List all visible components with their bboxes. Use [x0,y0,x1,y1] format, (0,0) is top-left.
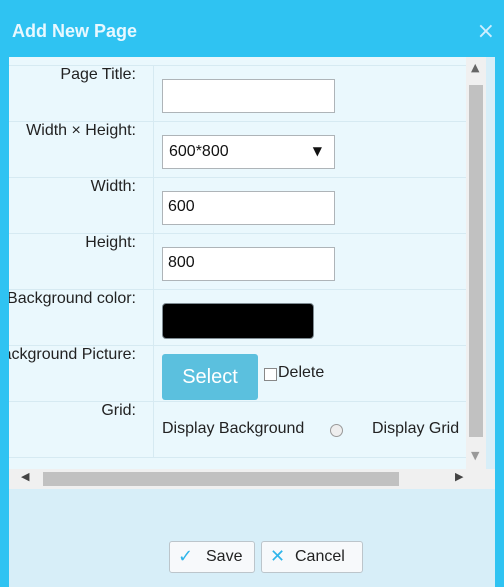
size-label: Width × Height: [26,122,136,139]
delete-label: Delete [278,364,325,381]
cancel-label: Cancel [295,548,345,565]
check-icon: ✓ [178,546,194,567]
save-label: Save [206,548,243,565]
row-divider [153,290,154,345]
x-icon: ✕ [270,546,286,567]
scroll-right-icon[interactable]: ▶ [455,470,463,483]
form-viewport: Page Title: Width × Height: 600*800 ▼ Wi… [9,57,482,469]
height-label: Height: [85,234,136,251]
row-spacer [9,457,482,469]
vertical-scrollbar[interactable]: ▲ ▼ [466,57,486,469]
row-divider [153,122,154,177]
row-size: Width × Height: 600*800 ▼ [9,121,482,177]
display-background-label: Display Background [162,420,305,437]
horizontal-scrollbar[interactable]: ◀ ▶ [9,469,495,489]
page-form: Page Title: Width × Height: 600*800 ▼ Wi… [9,65,482,469]
background-picture-label: Background Picture: [9,346,136,363]
dialog-title: Add New Page [12,21,138,41]
row-height: Height: 800 [9,233,482,289]
row-divider [153,402,154,457]
size-select[interactable]: 600*800 ▼ [162,135,335,169]
background-color-label: Background color: [9,290,136,307]
dropdown-arrow-icon: ▼ [312,144,322,158]
select-picture-button[interactable]: Select [162,354,258,400]
add-page-dialog: Add New Page × Page Title: Width × Heigh… [0,0,504,587]
cancel-button[interactable]: ✕ Cancel [261,541,363,573]
save-button[interactable]: ✓ Save [169,541,255,573]
row-divider [153,178,154,233]
horizontal-scroll-thumb[interactable] [43,472,399,486]
display-grid-label: Display Grid [372,420,460,437]
row-divider [153,66,154,121]
scroll-down-icon[interactable]: ▼ [471,449,479,462]
page-title-label: Page Title: [60,66,136,83]
page-title-input[interactable] [162,79,335,113]
size-select-value: 600*800 [169,143,229,160]
delete-checkbox[interactable] [264,368,277,381]
height-input[interactable]: 800 [162,247,335,281]
background-color-picker[interactable] [162,303,314,339]
row-width: Width: 600 [9,177,482,233]
row-page-title: Page Title: [9,65,482,121]
row-background-color: Background color: [9,289,482,345]
dialog-titlebar: Add New Page × [9,9,495,57]
grid-label: Grid: [101,402,136,419]
display-background-radio[interactable] [330,424,343,437]
row-divider [153,234,154,289]
scroll-left-icon[interactable]: ◀ [21,470,29,483]
dialog-footer: ✓ Save ✕ Cancel [9,489,495,587]
width-input[interactable]: 600 [162,191,335,225]
row-background-picture: Background Picture: Select Delete [9,345,482,401]
close-icon[interactable]: × [477,19,495,44]
vertical-scroll-thumb[interactable] [469,85,483,437]
scroll-up-icon[interactable]: ▲ [471,61,479,74]
row-divider [153,346,154,401]
width-label: Width: [90,178,136,195]
row-grid: Grid: Display Background Display Grid [9,401,482,457]
